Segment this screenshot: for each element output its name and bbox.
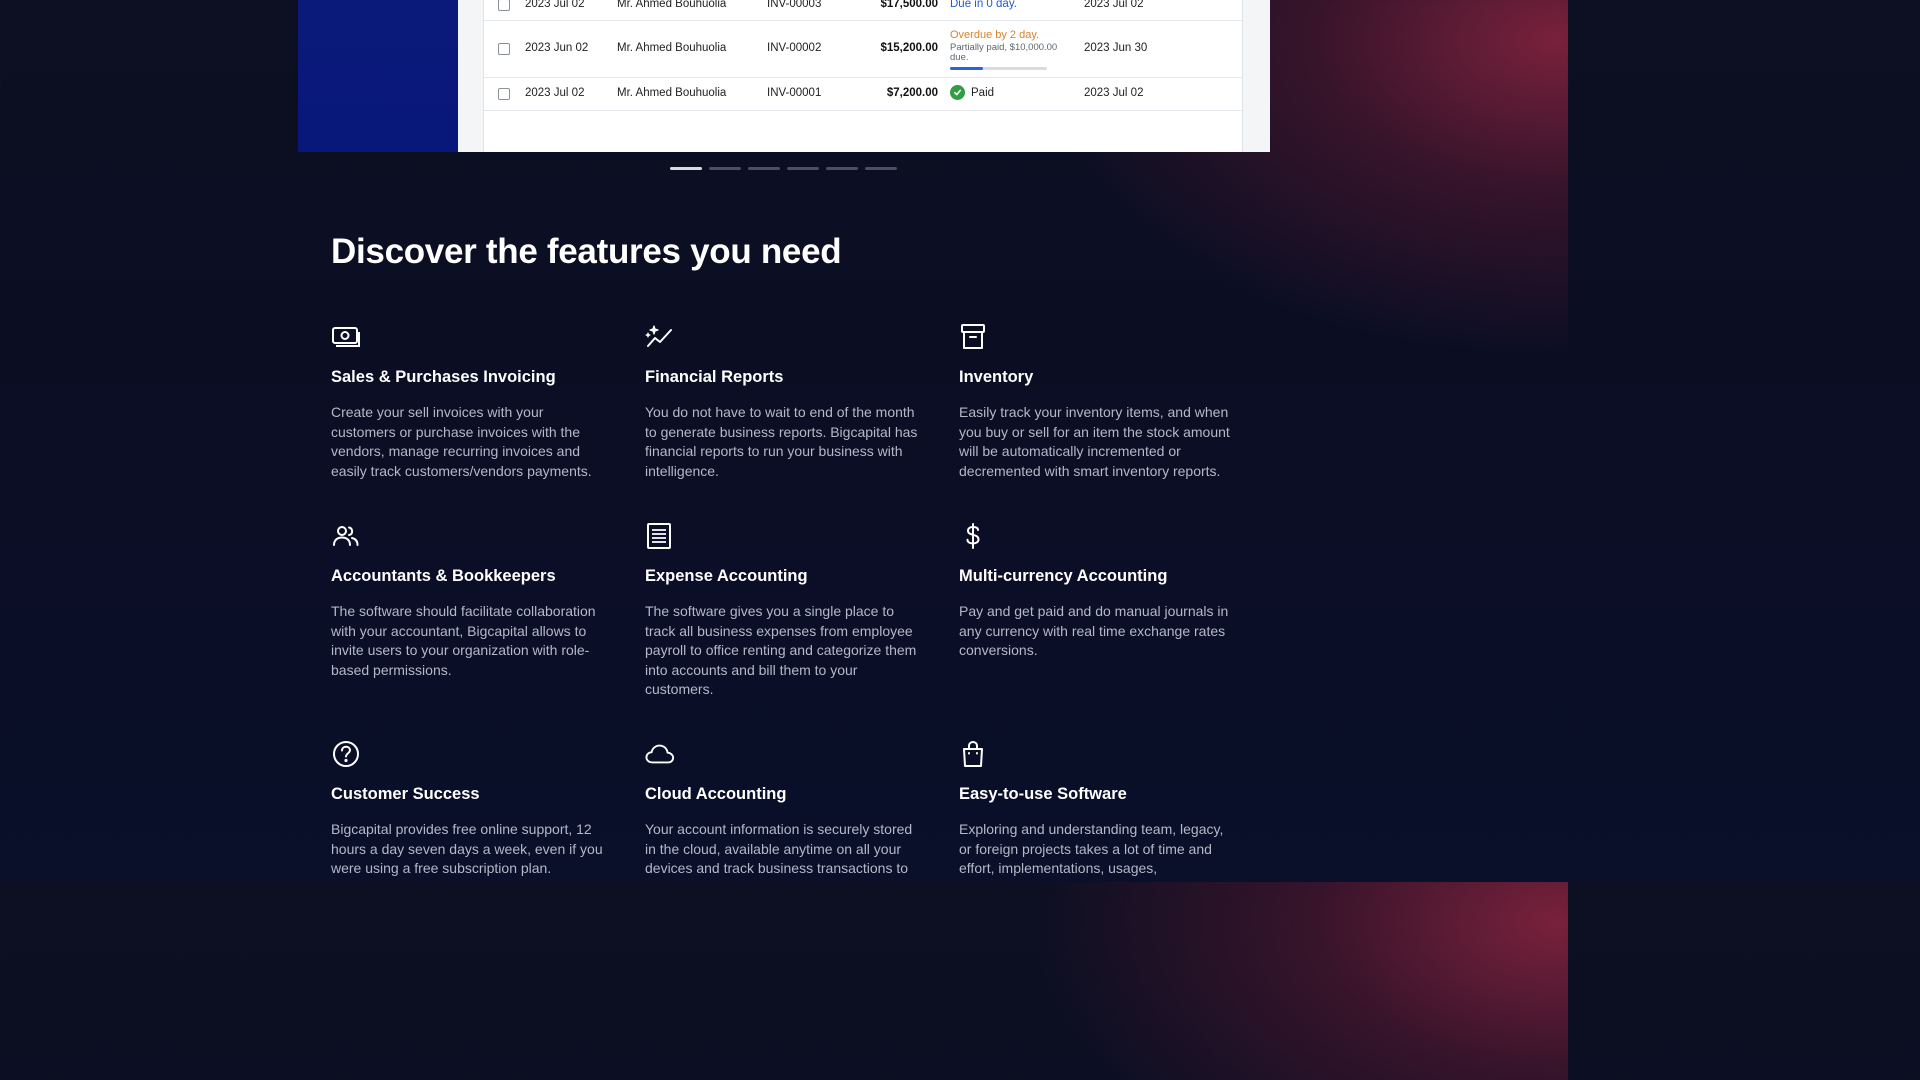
row-invoice: INV-00001: [767, 87, 822, 99]
feature-title: Cloud Accounting: [645, 785, 787, 803]
feature-title: Financial Reports: [645, 368, 784, 386]
row-due-date: 2023 Jun 30: [1084, 42, 1148, 54]
row-invoice: INV-00003: [767, 0, 822, 10]
carousel-dot[interactable]: [826, 167, 858, 170]
cash-icon: [331, 323, 361, 351]
feature-title: Easy-to-use Software: [959, 785, 1127, 803]
feature-description: Exploring and understanding team, legacy…: [959, 821, 1224, 877]
row-checkbox[interactable]: [498, 43, 510, 55]
feature-title: Customer Success: [331, 785, 480, 803]
feature-title: Accountants & Bookkeepers: [331, 567, 556, 585]
check-circle-icon: [950, 85, 965, 100]
feature-description: Create your sell invoices with your cust…: [331, 404, 592, 479]
cloud-icon: [645, 740, 675, 768]
feature-description: Your account information is securely sto…: [645, 821, 913, 877]
feature-title: Sales & Purchases Invoicing: [331, 368, 556, 386]
table-row: 2023 Jun 02 Mr. Ahmed Bouhuolia INV-0000…: [484, 21, 1242, 78]
row-status: Due in 0 day.: [950, 0, 1017, 10]
carousel-dot[interactable]: [748, 167, 780, 170]
payment-progress-fill: [950, 67, 983, 70]
archive-box-icon: [959, 323, 989, 351]
row-date: 2023 Jun 02: [525, 42, 589, 54]
feature-description: The software gives you a single place to…: [645, 603, 917, 698]
users-icon: [331, 522, 361, 550]
row-status: Paid: [971, 86, 995, 99]
sparkle-chart-icon: [645, 323, 675, 351]
feature-description: The software should facilitate collabora…: [331, 603, 596, 678]
invoices-table: 2023 Jul 02 Mr. Ahmed Bouhuolia INV-0000…: [483, 0, 1243, 152]
product-screenshot: 2023 Jul 02 Mr. Ahmed Bouhuolia INV-0000…: [298, 0, 1270, 152]
row-status: Overdue by 2 day.: [950, 29, 1040, 41]
row-amount: $17,500.00: [880, 0, 938, 10]
question-circle-icon: [331, 740, 361, 768]
dollar-icon: [959, 522, 989, 550]
row-invoice: INV-00002: [767, 42, 822, 54]
feature-title: Expense Accounting: [645, 567, 808, 585]
row-date: 2023 Jul 02: [525, 0, 585, 10]
row-status-detail: Partially paid, $10,000.00 due.: [950, 42, 1058, 63]
row-checkbox[interactable]: [498, 0, 510, 11]
row-checkbox[interactable]: [498, 88, 510, 100]
feature-description: Bigcapital provides free online support,…: [331, 821, 603, 877]
section-heading: Discover the features you need: [331, 232, 842, 271]
feature-title: Multi-currency Accounting: [959, 567, 1168, 585]
screenshot-main: 2023 Jul 02 Mr. Ahmed Bouhuolia INV-0000…: [458, 0, 1270, 152]
table-row: 2023 Jul 02 Mr. Ahmed Bouhuolia INV-0000…: [484, 78, 1242, 111]
row-status-block: Overdue by 2 day. Partially paid, $10,00…: [950, 29, 1075, 70]
row-customer: Mr. Ahmed Bouhuolia: [617, 42, 727, 54]
carousel-dot[interactable]: [865, 167, 897, 170]
row-date: 2023 Jul 02: [525, 87, 585, 99]
row-due-date: 2023 Jul 02: [1084, 87, 1144, 99]
carousel-indicators: [670, 167, 897, 170]
feature-description: Easily track your inventory items, and w…: [959, 404, 1230, 479]
feature-title: Inventory: [959, 368, 1034, 386]
screenshot-sidebar: [298, 0, 458, 152]
carousel-dot[interactable]: [670, 167, 702, 170]
table-row: 2023 Jul 02 Mr. Ahmed Bouhuolia INV-0000…: [484, 0, 1242, 21]
carousel-dot[interactable]: [787, 167, 819, 170]
row-status-block: Paid: [950, 85, 994, 100]
carousel-dot[interactable]: [709, 167, 741, 170]
feature-description: Pay and get paid and do manual journals …: [959, 603, 1229, 659]
row-amount: $7,200.00: [886, 87, 938, 99]
feature-description: You do not have to wait to end of the mo…: [645, 404, 918, 479]
shopping-bag-icon: [959, 740, 989, 768]
row-customer: Mr. Ahmed Bouhuolia: [617, 0, 727, 10]
row-amount: $15,200.00: [880, 42, 938, 54]
row-due-date: 2023 Jul 02: [1084, 0, 1144, 10]
payment-progress-bar: [950, 67, 1047, 70]
receipt-icon: [645, 522, 675, 550]
row-customer: Mr. Ahmed Bouhuolia: [617, 87, 727, 99]
